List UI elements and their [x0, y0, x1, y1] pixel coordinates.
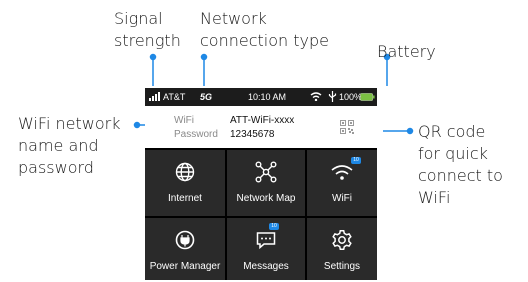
power-icon	[175, 230, 195, 250]
callout-signal-strength: Signal strength	[114, 9, 181, 50]
wifi-password-label: Password	[174, 129, 218, 140]
tile-label-power-manager: Power Manager	[149, 261, 221, 272]
gear-icon	[332, 230, 352, 250]
callout-battery: Battery	[377, 42, 436, 61]
globe-icon	[175, 162, 195, 182]
wifi-icon	[310, 92, 322, 101]
tile-label-messages: Messages	[243, 261, 289, 272]
wifi-name-value: ATT-WiFi-xxxx	[230, 115, 295, 126]
battery-icon	[360, 93, 375, 101]
tile-settings[interactable]: Settings	[307, 218, 377, 280]
tile-internet[interactable]: Internet	[145, 150, 225, 216]
callout-network-type: Network connection type	[200, 9, 329, 50]
network-type-label: 5G	[200, 92, 213, 102]
tile-label-network-map: Network Map	[236, 193, 296, 204]
message-icon	[256, 232, 276, 250]
wifi-icon	[331, 165, 353, 180]
callout-wifi-name: WiFi network name and password	[18, 114, 121, 177]
wifi-info-panel: WiFi ATT-WiFi-xxxx Password 12345678	[145, 106, 377, 148]
carrier-label: AT&T	[163, 92, 186, 102]
battery-percent: 100%	[339, 92, 363, 102]
usb-icon	[328, 91, 337, 102]
tile-wifi[interactable]: 10 WiFi	[307, 150, 377, 216]
tile-power-manager[interactable]: Power Manager	[145, 218, 225, 280]
tile-label-internet: Internet	[168, 193, 202, 204]
clock: 10:10 AM	[248, 92, 287, 102]
messages-badge: 10	[269, 223, 279, 230]
qr-code-icon[interactable]	[340, 120, 354, 134]
tile-label-settings: Settings	[323, 261, 361, 272]
device-screen: AT&T 5G 10:10 AM 100% WiFi ATT-WiFi-xxxx…	[145, 88, 377, 280]
network-map-icon	[255, 161, 277, 183]
wifi-name-label: WiFi	[174, 115, 194, 126]
wifi-password-value: 12345678	[230, 129, 275, 140]
tile-network-map[interactable]: Network Map	[227, 150, 305, 216]
status-bar: AT&T 5G 10:10 AM 100%	[145, 88, 377, 106]
wifi-badge: 10	[351, 157, 361, 164]
signal-bars-icon	[149, 92, 160, 101]
tile-label-wifi: WiFi	[332, 193, 352, 204]
tile-messages[interactable]: 10 Messages	[227, 218, 305, 280]
callout-qr-code: QR code for quick connect to WiFi	[418, 122, 503, 207]
